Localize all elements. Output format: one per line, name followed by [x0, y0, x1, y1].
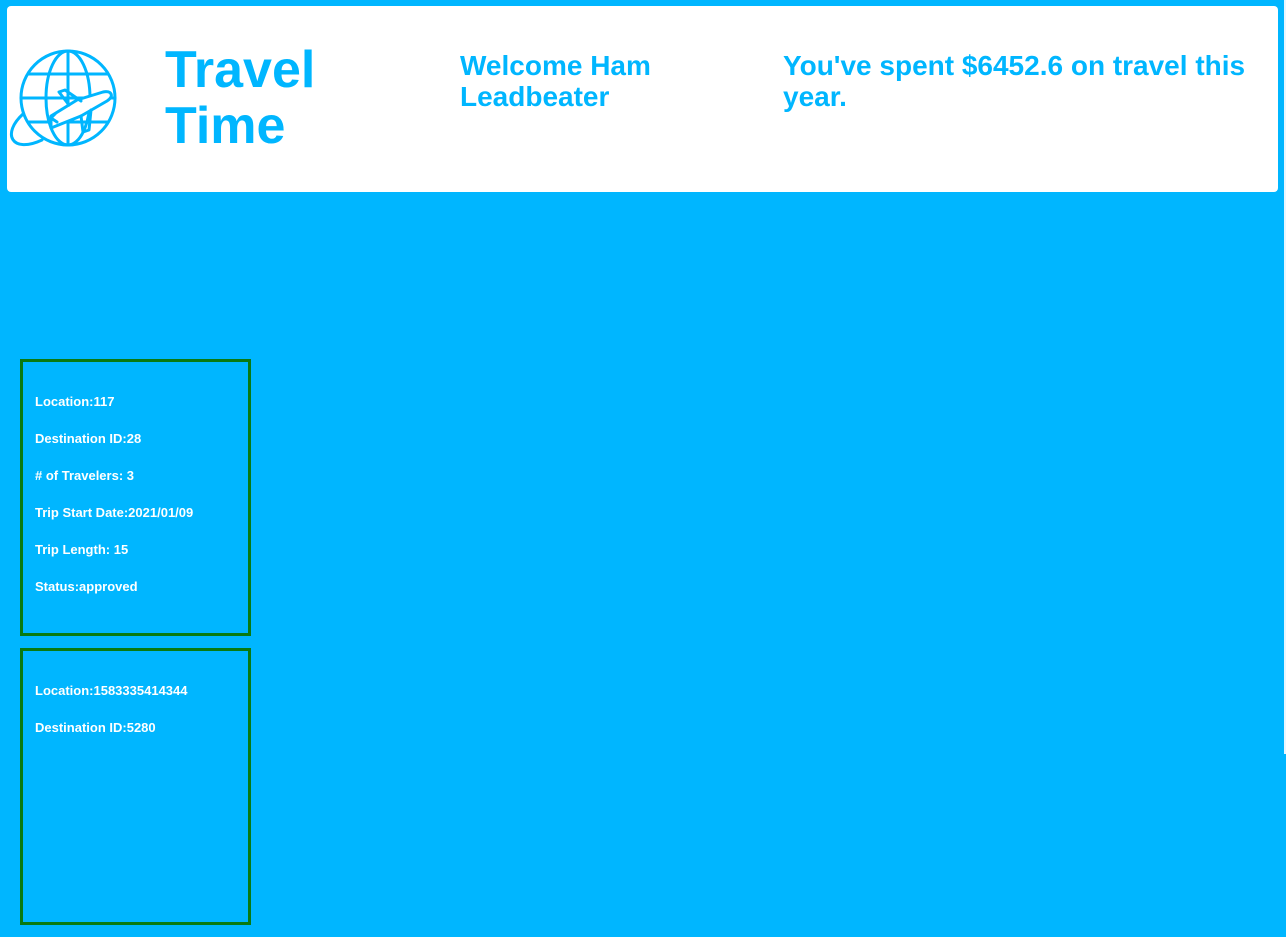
trip-list: Location:117 Destination ID:28 # of Trav… [20, 359, 251, 937]
trip-location: Location:117 [35, 394, 115, 409]
trip-card: Location:1583335414344 Destination ID:52… [20, 648, 251, 925]
total-spent-summary: You've spent $6452.6 on travel this year… [783, 50, 1246, 112]
trip-length: Trip Length: 15 [35, 542, 129, 557]
header: Travel Time Welcome Ham Leadbeater You'v… [7, 6, 1278, 192]
app-title: Travel Time [165, 41, 316, 155]
trip-destination-id: Destination ID:5280 [35, 720, 156, 735]
trip-destination-id: Destination ID:28 [35, 431, 142, 446]
trip-status: Status:approved [35, 579, 138, 594]
trip-travelers: # of Travelers: 3 [35, 468, 134, 483]
trip-start-date: Trip Start Date:2021/01/09 [35, 505, 194, 520]
welcome-message: Welcome Ham Leadbeater [460, 50, 651, 112]
trip-location: Location:1583335414344 [35, 683, 188, 698]
trip-card: Location:117 Destination ID:28 # of Trav… [20, 359, 251, 636]
globe-airplane-icon [10, 49, 117, 147]
